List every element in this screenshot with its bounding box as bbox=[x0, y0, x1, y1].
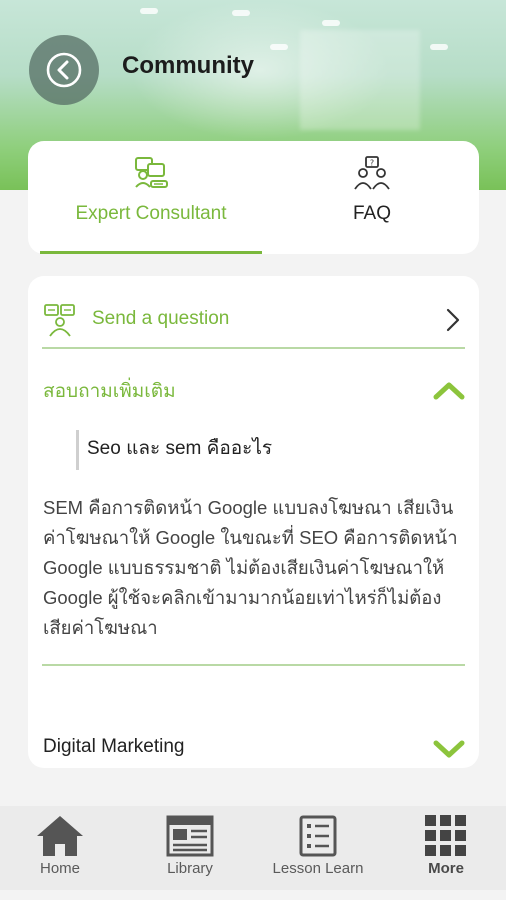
nav-home-label: Home bbox=[39, 860, 80, 877]
page-title: Community bbox=[122, 52, 254, 79]
tab-expert-label: Expert Consultant bbox=[75, 203, 227, 224]
faq-people-icon: ? bbox=[352, 155, 392, 197]
send-question-icon bbox=[44, 304, 75, 337]
tab-expert-consultant[interactable]: Expert Consultant bbox=[40, 141, 262, 254]
send-question-label: Send a question bbox=[92, 308, 230, 329]
nav-more-label: More bbox=[428, 860, 464, 877]
tab-faq-label: FAQ bbox=[352, 203, 391, 224]
system-bottom-strip bbox=[0, 890, 506, 900]
tab-bar: Expert Consultant ? FAQ bbox=[28, 141, 479, 254]
nav-lesson-learn[interactable]: Lesson Learn bbox=[258, 806, 378, 890]
accordion-title-digital-marketing[interactable]: Digital Marketing bbox=[43, 736, 185, 758]
nav-library-label: Library bbox=[167, 860, 213, 877]
question-text: Seo และ sem คืออะไร bbox=[87, 438, 273, 459]
divider bbox=[42, 347, 465, 349]
divider bbox=[42, 664, 465, 666]
svg-text:?: ? bbox=[370, 159, 374, 168]
expert-consult-icon bbox=[131, 155, 171, 197]
nav-lesson-label: Lesson Learn bbox=[272, 860, 364, 877]
content-card: Send a question สอบถามเพิ่มเติม Seo และ … bbox=[28, 276, 479, 768]
answer-text: SEM คือการติดหน้า Google แบบลงโฆษณา เสีย… bbox=[43, 497, 458, 638]
active-tab-indicator bbox=[40, 251, 262, 254]
grid-more-icon bbox=[425, 815, 466, 856]
question-quote: Seo และ sem คืออะไร bbox=[76, 430, 272, 470]
send-question-row[interactable]: Send a question bbox=[42, 300, 465, 350]
back-arrow-icon bbox=[46, 52, 82, 88]
chevron-right-icon bbox=[446, 308, 460, 332]
nav-library[interactable]: Library bbox=[140, 806, 240, 890]
back-button[interactable] bbox=[29, 35, 99, 105]
tab-faq[interactable]: ? FAQ bbox=[282, 141, 462, 254]
library-icon bbox=[166, 815, 214, 857]
home-icon bbox=[37, 816, 83, 856]
nav-more[interactable]: More bbox=[396, 806, 496, 890]
bottom-nav: Home Library Lesson Learn More bbox=[0, 806, 506, 890]
nav-home[interactable]: Home bbox=[10, 806, 110, 890]
lesson-list-icon bbox=[299, 815, 337, 857]
chevron-up-icon[interactable] bbox=[433, 380, 465, 400]
accordion-title-inquiry[interactable]: สอบถามเพิ่มเติม bbox=[43, 376, 176, 406]
chevron-down-icon[interactable] bbox=[433, 739, 465, 759]
